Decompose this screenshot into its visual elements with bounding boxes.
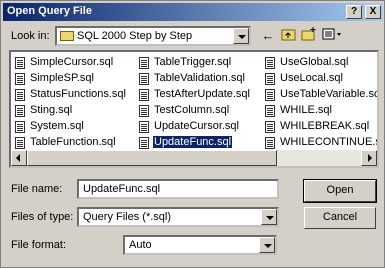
file-name: UseLocal.sql bbox=[280, 72, 343, 84]
filetype-value: Query Files (*.sql) bbox=[83, 211, 172, 223]
filename-label: File name: bbox=[11, 183, 63, 195]
sql-file-icon bbox=[15, 89, 25, 101]
close-button[interactable]: X bbox=[365, 5, 381, 19]
file-name: TableFunction.sql bbox=[30, 136, 116, 148]
sql-file-icon bbox=[139, 105, 149, 117]
file-name: UseTableVariable.sql bbox=[280, 88, 379, 100]
file-name: WHILECONTINUE.sql bbox=[280, 136, 379, 148]
help-button[interactable]: ? bbox=[346, 5, 362, 19]
sql-file-icon bbox=[265, 121, 275, 133]
views-menu-icon[interactable] bbox=[321, 27, 345, 45]
scroll-right-button[interactable] bbox=[361, 150, 377, 166]
file-name: TableValidation.sql bbox=[154, 72, 245, 84]
sql-file-icon bbox=[15, 73, 25, 85]
cancel-button[interactable]: Cancel bbox=[304, 207, 376, 229]
scroll-left-button[interactable] bbox=[11, 150, 27, 166]
file-name: UseGlobal.sql bbox=[280, 56, 349, 68]
file-name: UpdateFunc.sql bbox=[151, 135, 234, 149]
open-button[interactable]: Open bbox=[303, 179, 377, 203]
format-value: Auto bbox=[129, 239, 152, 251]
filename-value: UpdateFunc.sql bbox=[83, 183, 161, 195]
sql-file-icon bbox=[265, 57, 275, 69]
file-name: WHILE.sql bbox=[280, 104, 332, 116]
lookin-dropdown-button[interactable] bbox=[233, 28, 249, 44]
sql-file-icon bbox=[15, 121, 25, 133]
sql-file-icon bbox=[139, 73, 149, 85]
filetype-combo[interactable]: Query Files (*.sql) bbox=[77, 207, 279, 227]
sql-file-icon bbox=[265, 89, 275, 101]
lookin-combo[interactable]: SQL 2000 Step by Step bbox=[55, 26, 251, 46]
lookin-value: SQL 2000 Step by Step bbox=[77, 30, 193, 42]
sql-file-icon bbox=[139, 137, 149, 149]
format-combo[interactable]: Auto bbox=[123, 235, 277, 255]
sql-file-icon bbox=[15, 57, 25, 69]
sql-file-icon bbox=[265, 137, 275, 149]
file-name: SimpleSP.sql bbox=[30, 72, 94, 84]
file-name: StatusFunctions.sql bbox=[30, 88, 126, 100]
file-name: WHILEBREAK.sql bbox=[280, 120, 370, 132]
sql-file-icon bbox=[265, 73, 275, 85]
format-dropdown-button[interactable] bbox=[259, 237, 275, 253]
filetype-label: Files of type: bbox=[11, 211, 74, 223]
horizontal-scrollbar[interactable] bbox=[11, 150, 377, 166]
folder-icon bbox=[60, 31, 74, 41]
sql-file-icon bbox=[15, 137, 25, 149]
folder-up-icon[interactable] bbox=[280, 27, 298, 45]
sql-file-icon bbox=[139, 89, 149, 101]
file-name: TestColumn.sql bbox=[154, 104, 230, 116]
scrollbar-thumb[interactable] bbox=[27, 150, 277, 166]
filename-input[interactable]: UpdateFunc.sql bbox=[77, 179, 279, 199]
file-name: Sting.sql bbox=[30, 104, 73, 116]
file-name: SimpleCursor.sql bbox=[30, 56, 114, 68]
file-list[interactable]: SimpleCursor.sql SimpleSP.sql StatusFuncti… bbox=[9, 50, 379, 168]
file-name: UpdateCursor.sql bbox=[154, 120, 239, 132]
lookin-label: Look in: bbox=[11, 30, 50, 42]
sql-file-icon bbox=[139, 57, 149, 69]
file-name: TestAfterUpdate.sql bbox=[154, 88, 250, 100]
open-query-file-dialog: Open Query File ? X Look in: SQL 2000 St… bbox=[0, 0, 385, 268]
file-name: TableTrigger.sql bbox=[154, 56, 232, 68]
sql-file-icon bbox=[15, 105, 25, 117]
sql-file-icon bbox=[265, 105, 275, 117]
title-bar[interactable]: Open Query File ? X bbox=[3, 3, 383, 21]
sql-file-icon bbox=[139, 121, 149, 133]
back-icon[interactable]: ← bbox=[259, 27, 277, 45]
format-label: File format: bbox=[11, 239, 67, 251]
window-title: Open Query File bbox=[7, 5, 92, 17]
new-folder-icon[interactable] bbox=[300, 27, 318, 45]
file-name: System.sql bbox=[30, 120, 84, 132]
filetype-dropdown-button[interactable] bbox=[261, 209, 277, 225]
